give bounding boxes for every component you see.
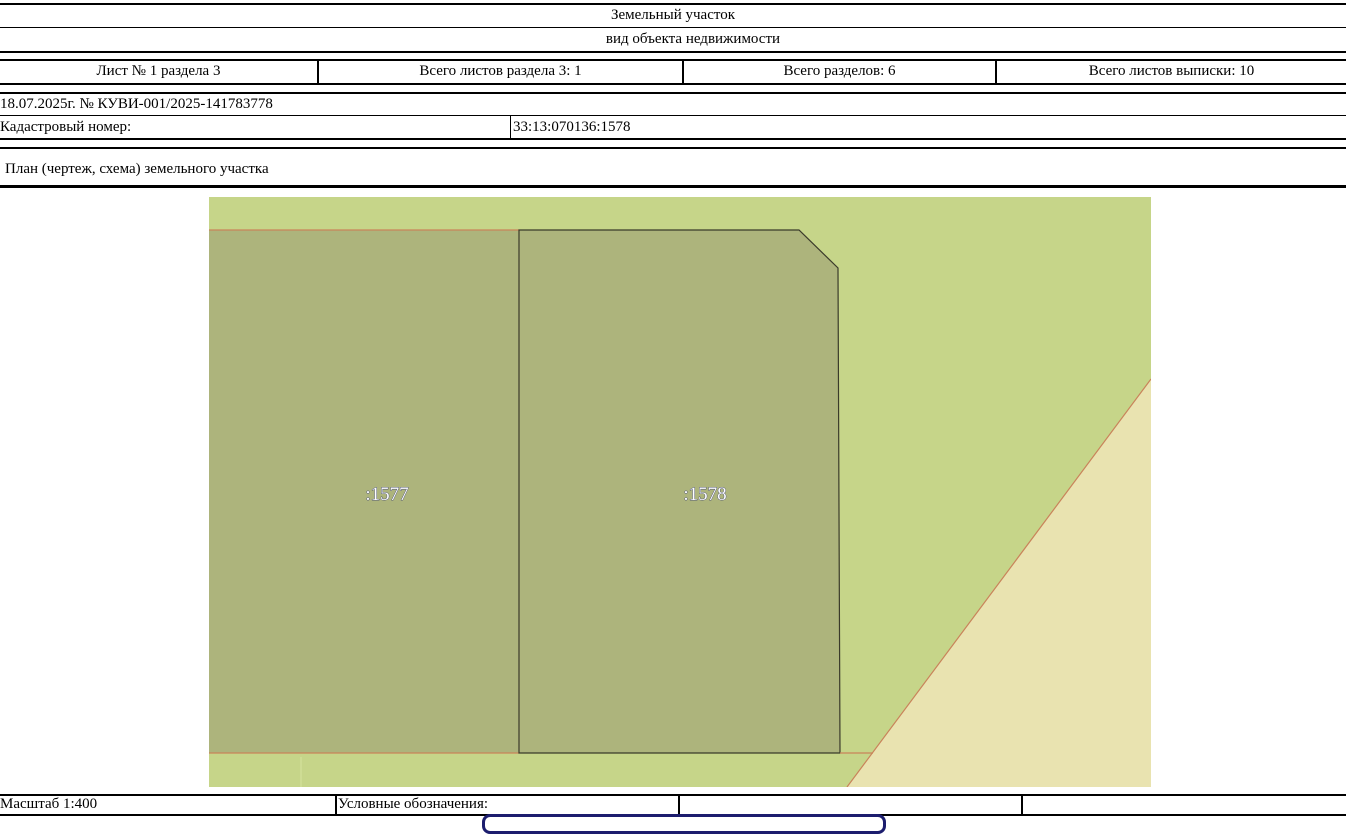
scale-label: Масштаб 1:400 [0,796,98,812]
parcel-1577 [209,230,519,753]
table-border [0,51,1346,53]
sheet-number: Лист № 1 раздела 3 [96,63,221,79]
total-sheets-section: Всего листов раздела 3: 1 [419,63,582,79]
table-border [0,147,1346,149]
total-sections: Всего разделов: 6 [783,63,896,79]
table-border [0,83,1346,85]
cell-divider [510,116,511,138]
legend-label: Условные обозначения: [338,796,489,812]
parcel-label-1578: :1578 [683,484,726,505]
table-border [0,185,1346,188]
extract-reference: 18.07.2025г. № КУВИ-001/2025-141783778 [0,96,273,112]
cell-divider [335,794,337,816]
cadastral-label: Кадастровый номер: [0,119,132,135]
object-title: Земельный участок [610,7,736,23]
cell-divider [678,794,680,816]
table-border [0,27,1346,28]
table-border [0,794,1346,796]
object-type-caption: вид объекта недвижимости [605,31,781,47]
parcel-label-1577: :1577 [365,484,408,505]
table-border [0,138,1346,140]
total-sheets-extract: Всего листов выписки: 10 [1088,63,1255,79]
table-border-top [0,3,1346,5]
cell-divider [1021,794,1023,816]
plan-title: План (чертеж, схема) земельного участка [5,161,269,177]
table-border [0,92,1346,94]
parcel-1578 [518,229,841,754]
cadastral-number: 33:13:070136:1578 [513,119,631,135]
parcel-plan-map: :1577 :1578 [209,197,1151,787]
legend-frame [482,814,886,834]
table-border [0,59,1346,61]
table-border [0,115,1346,116]
